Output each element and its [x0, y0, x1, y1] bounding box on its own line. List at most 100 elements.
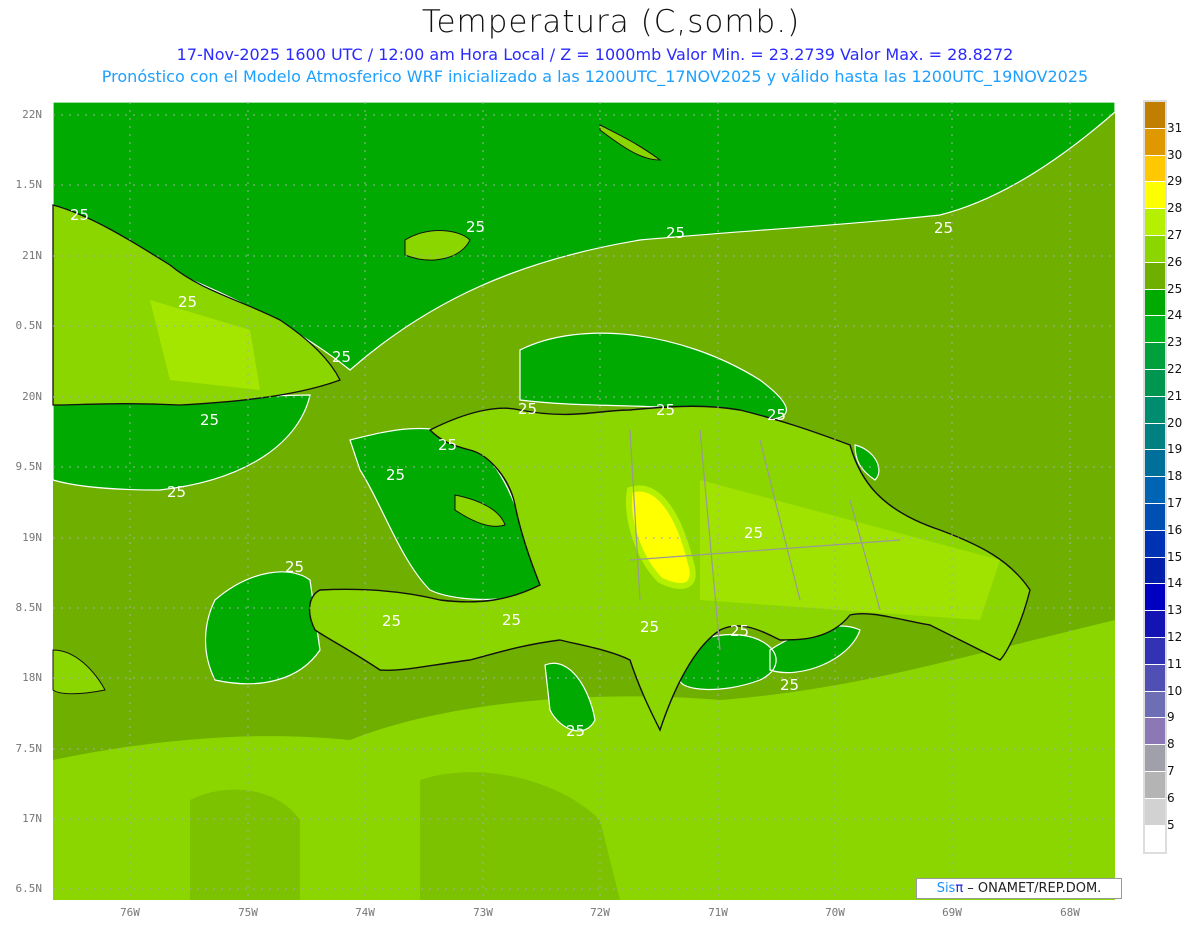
legend-label: 22: [1167, 362, 1183, 376]
lon-label: 72W: [590, 906, 610, 919]
legend-color-cell: [1145, 477, 1165, 504]
legend-color-cell: [1145, 182, 1165, 210]
contour-label: 25: [167, 483, 186, 501]
legend-color-cell: [1145, 289, 1165, 317]
legend-label: 14: [1167, 576, 1183, 591]
legend-color-cell: [1145, 664, 1165, 692]
legend-label: 30: [1167, 147, 1183, 162]
legend-label: 20: [1167, 415, 1183, 430]
contour-label: 25: [566, 722, 585, 740]
legend-color-cell: [1145, 423, 1165, 451]
lat-label: 9.5N: [15, 460, 43, 473]
temperature-map: 25 25 25 25 25 25 25 25 25 25 25 25 25 2…: [52, 101, 1116, 900]
legend-color-cell: [1145, 450, 1165, 478]
lat-label: 18N: [22, 671, 42, 684]
legend-label: 31: [1167, 120, 1183, 135]
legend-label: 12: [1167, 630, 1183, 644]
legend-color-cell: [1145, 128, 1165, 156]
lon-label: 68W: [1060, 906, 1080, 919]
contour-label: 25: [666, 224, 685, 242]
legend-label: 10: [1167, 683, 1183, 698]
legend-color-cell: [1145, 825, 1165, 853]
legend-color-cell: [1145, 155, 1165, 183]
lon-label: 73W: [473, 906, 493, 919]
contour-label: 25: [285, 558, 304, 576]
lon-label: 74W: [355, 906, 375, 919]
legend-color-cell: [1145, 343, 1165, 370]
contour-label: 25: [656, 401, 675, 419]
contour-label: 25: [640, 618, 659, 636]
lon-label: 69W: [942, 906, 962, 919]
lat-label: 17N: [22, 812, 42, 825]
legend-label: 11: [1167, 656, 1183, 671]
legend-label: 8: [1167, 737, 1175, 752]
legend-color-cell: [1145, 584, 1165, 612]
legend-color-cell: [1145, 209, 1165, 236]
legend-label: 17: [1167, 496, 1183, 510]
lat-label: 7.5N: [15, 742, 43, 755]
contour-label: 25: [730, 622, 749, 640]
contour-label: 25: [332, 348, 351, 366]
lat-label: 8.5N: [15, 601, 43, 614]
lat-label: 21N: [22, 249, 42, 262]
lat-label: 1.5N: [15, 178, 43, 191]
sispi-logo-pi: π: [955, 881, 964, 896]
contour-label: 25: [744, 524, 763, 542]
legend-color-cell: [1145, 235, 1165, 263]
legend-color-cell: [1145, 691, 1165, 719]
lat-label: 0.5N: [15, 319, 43, 332]
sispi-logo-sis: Sis: [936, 881, 956, 896]
contour-label: 25: [502, 611, 521, 629]
legend-label: 24: [1167, 308, 1183, 323]
legend-label: 28: [1167, 201, 1183, 216]
legend-label: 5: [1167, 817, 1175, 832]
contour-label: 25: [518, 400, 537, 418]
lat-label: 20N: [22, 390, 42, 403]
legend-color-cell: [1145, 557, 1165, 585]
legend-label: 16: [1167, 522, 1183, 537]
legend-color-cell: [1145, 637, 1165, 665]
contour-label: 25: [438, 436, 457, 454]
legend-color-cell: [1145, 396, 1165, 424]
contour-label: 25: [466, 218, 485, 236]
legend-color-cell: [1145, 798, 1165, 826]
legend-label: 27: [1167, 228, 1183, 242]
legend-label: 29: [1167, 174, 1183, 189]
lat-label: 22N: [22, 108, 42, 121]
legend-color-cell: [1145, 611, 1165, 638]
legend-label: 19: [1167, 442, 1183, 457]
legend-label: 26: [1167, 254, 1183, 269]
lon-label: 76W: [120, 906, 140, 919]
legend-label: 25: [1167, 281, 1183, 296]
lat-label: 19N: [22, 531, 42, 544]
legend-color-cell: [1145, 316, 1165, 344]
legend-label: 6: [1167, 790, 1175, 805]
credit-box: Sisπ – ONAMET/REP.DOM.: [916, 878, 1122, 899]
map-title: Temperatura (C,somb.): [421, 4, 801, 40]
contour-label: 25: [70, 206, 89, 224]
map-subtitle: 17-Nov-2025 1600 UTC / 12:00 am Hora Loc…: [176, 45, 1014, 64]
forecast-info: Pronóstico con el Modelo Atmosferico WRF…: [101, 67, 1089, 86]
lat-label: 6.5N: [15, 882, 43, 895]
legend-label: 15: [1167, 549, 1183, 564]
legend-label: 23: [1167, 335, 1183, 350]
contour-label: 25: [382, 612, 401, 630]
legend-color-cell: [1145, 530, 1165, 558]
legend-color-cell: [1145, 718, 1165, 746]
contour-label: 25: [934, 219, 953, 237]
legend-color-cell: [1145, 102, 1165, 129]
legend-color-cell: [1145, 369, 1165, 397]
contour-label: 25: [767, 406, 786, 424]
legend-label: 13: [1167, 603, 1183, 618]
legend-label: 9: [1167, 710, 1175, 725]
lon-label: 70W: [825, 906, 845, 919]
legend-color-cell: [1145, 262, 1165, 290]
contour-label: 25: [178, 293, 197, 311]
color-legend: [1143, 100, 1167, 855]
legend-color-cell: [1145, 745, 1165, 772]
legend-color-cell: [1145, 771, 1165, 799]
legend-label: 18: [1167, 469, 1183, 484]
contour-label: 25: [780, 676, 799, 694]
credit-org: – ONAMET/REP.DOM.: [963, 881, 1102, 896]
legend-label: 21: [1167, 388, 1183, 403]
